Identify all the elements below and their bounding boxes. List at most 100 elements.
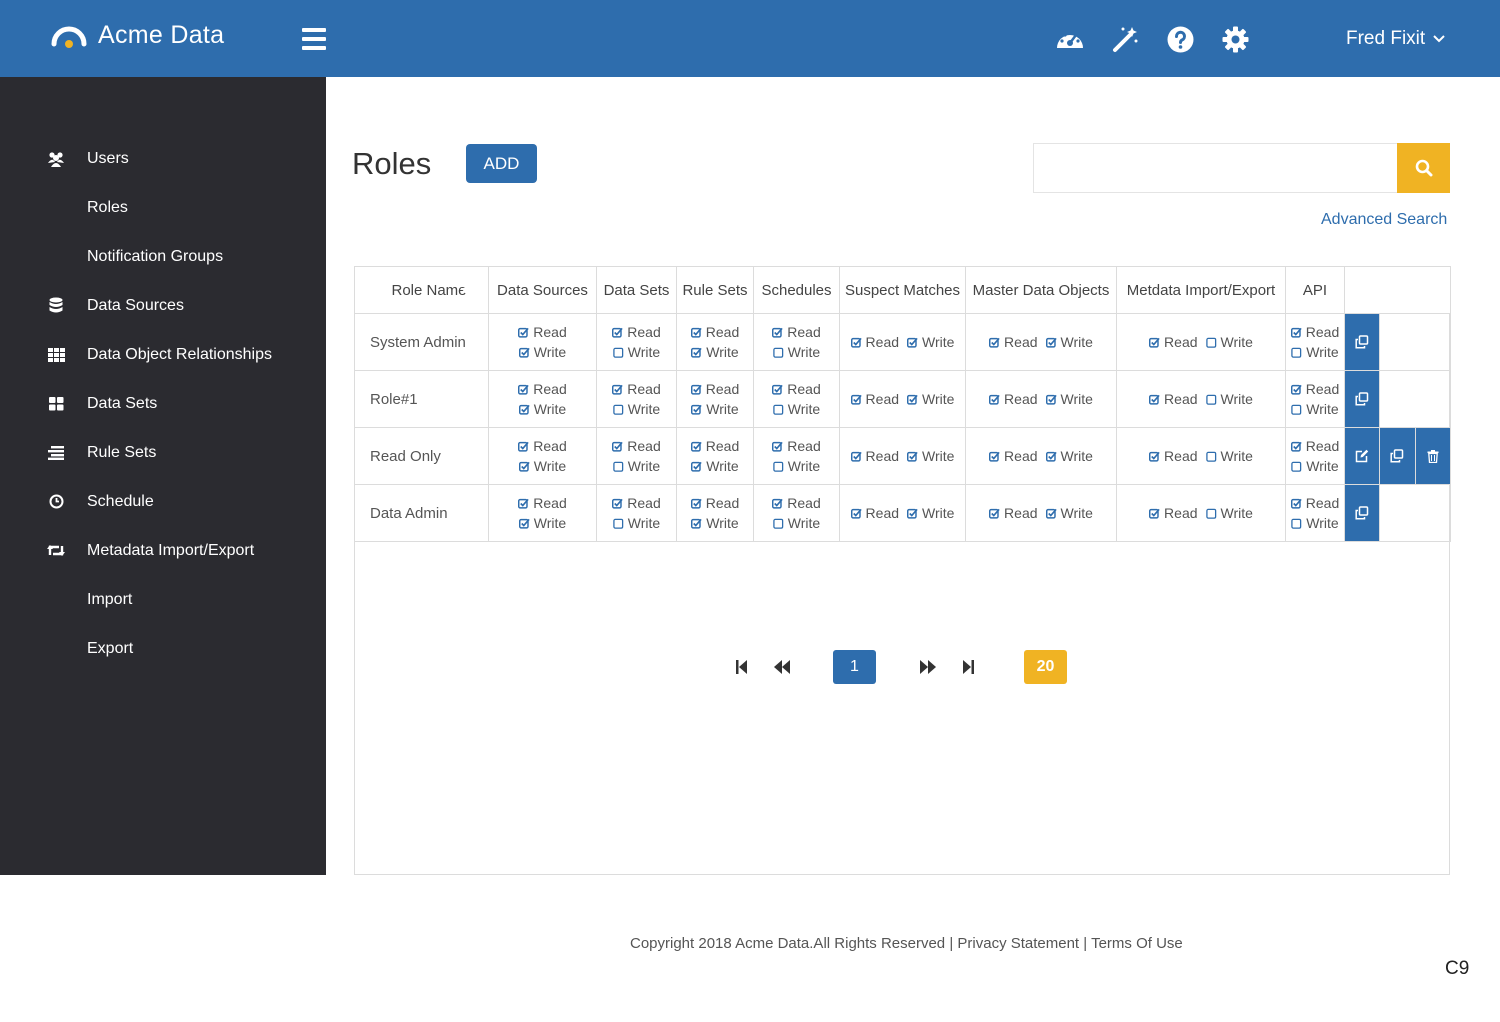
write-permission[interactable]: Write [1291, 344, 1339, 360]
read-permission[interactable]: Read [690, 495, 739, 511]
write-permission[interactable]: Write [1291, 458, 1339, 474]
previous-page-icon[interactable] [773, 659, 791, 675]
sidebar-item-roles[interactable]: Roles [0, 183, 326, 232]
write-permission[interactable]: Write [907, 391, 954, 407]
write-permission[interactable]: Write [773, 344, 820, 360]
next-page-icon[interactable] [919, 659, 937, 675]
page-size-selector[interactable]: 20 [1024, 650, 1067, 684]
help-icon[interactable] [1165, 24, 1195, 54]
last-page-icon[interactable] [961, 659, 975, 675]
copy-role-button[interactable] [1379, 427, 1416, 485]
read-permission[interactable]: Read [850, 391, 899, 407]
page-number-current[interactable]: 1 [833, 650, 876, 684]
edit-role-button[interactable] [1343, 427, 1381, 485]
write-permission[interactable]: Write [518, 401, 566, 417]
read-permission[interactable]: Read [1290, 438, 1339, 454]
write-permission[interactable]: Write [613, 401, 660, 417]
dashboard-icon[interactable] [1055, 24, 1085, 54]
read-permission[interactable]: Read [1290, 324, 1339, 340]
magic-wand-icon[interactable] [1110, 24, 1140, 54]
write-permission[interactable]: Write [1205, 505, 1253, 521]
read-permission[interactable]: Read [612, 495, 661, 511]
write-permission[interactable]: Write [691, 401, 739, 417]
read-permission[interactable]: Read [850, 505, 899, 521]
write-permission[interactable]: Write [907, 334, 954, 350]
read-permission[interactable]: Read [1149, 448, 1198, 464]
write-permission[interactable]: Write [907, 448, 954, 464]
read-permission[interactable]: Read [989, 448, 1038, 464]
write-permission[interactable]: Write [773, 401, 820, 417]
sidebar-item-users[interactable]: Users [0, 134, 326, 183]
read-permission[interactable]: Read [850, 448, 899, 464]
write-permission[interactable]: Write [773, 458, 820, 474]
read-permission[interactable]: Read [772, 381, 821, 397]
read-permission[interactable]: Read [989, 334, 1038, 350]
read-permission[interactable]: Read [612, 438, 661, 454]
write-permission[interactable]: Write [691, 458, 739, 474]
read-permission[interactable]: Read [690, 324, 739, 340]
delete-role-button[interactable] [1414, 427, 1452, 485]
sidebar-item-rule-sets[interactable]: Rule Sets [0, 428, 326, 477]
read-permission[interactable]: Read [989, 505, 1038, 521]
privacy-statement-link[interactable]: Privacy Statement [957, 935, 1079, 952]
read-permission[interactable]: Read [518, 324, 567, 340]
read-permission[interactable]: Read [518, 381, 567, 397]
read-permission[interactable]: Read [1290, 495, 1339, 511]
write-permission[interactable]: Write [1291, 401, 1339, 417]
brand-logo[interactable]: Acme Data [50, 20, 224, 50]
read-permission[interactable]: Read [518, 495, 567, 511]
read-permission[interactable]: Read [1149, 391, 1198, 407]
search-input[interactable] [1033, 143, 1398, 193]
write-permission[interactable]: Write [613, 344, 660, 360]
add-role-button[interactable]: ADD [466, 144, 537, 183]
sidebar-item-data-sources[interactable]: Data Sources [0, 281, 326, 330]
write-permission[interactable]: Write [518, 458, 566, 474]
read-permission[interactable]: Read [1149, 334, 1198, 350]
sidebar-item-notification-groups[interactable]: Notification Groups [0, 232, 326, 281]
write-permission[interactable]: Write [1045, 391, 1093, 407]
menu-toggle-icon[interactable] [302, 28, 326, 50]
write-permission[interactable]: Write [1291, 515, 1339, 531]
write-permission[interactable]: Write [1045, 334, 1093, 350]
sidebar-item-data-sets[interactable]: Data Sets [0, 379, 326, 428]
user-menu[interactable]: Fred Fixit [1346, 28, 1445, 50]
write-permission[interactable]: Write [613, 458, 660, 474]
write-permission[interactable]: Write [1045, 448, 1093, 464]
write-permission[interactable]: Write [613, 515, 660, 531]
write-permission[interactable]: Write [1045, 505, 1093, 521]
read-permission[interactable]: Read [690, 438, 739, 454]
read-permission[interactable]: Read [989, 391, 1038, 407]
write-permission[interactable]: Write [518, 344, 566, 360]
write-permission[interactable]: Write [1205, 391, 1253, 407]
write-permission[interactable]: Write [773, 515, 820, 531]
read-permission[interactable]: Read [772, 438, 821, 454]
advanced-search-link[interactable]: Advanced Search [1321, 211, 1447, 229]
copy-role-button[interactable] [1343, 370, 1381, 428]
read-permission[interactable]: Read [612, 324, 661, 340]
read-permission[interactable]: Read [772, 495, 821, 511]
gear-icon[interactable] [1220, 24, 1250, 54]
read-permission[interactable]: Read [850, 334, 899, 350]
copy-role-button[interactable] [1343, 313, 1381, 371]
terms-of-use-link[interactable]: Terms Of Use [1091, 935, 1183, 952]
write-permission[interactable]: Write [518, 515, 566, 531]
read-permission[interactable]: Read [1290, 381, 1339, 397]
read-permission[interactable]: Read [518, 438, 567, 454]
write-permission[interactable]: Write [691, 344, 739, 360]
copy-role-button[interactable] [1343, 484, 1381, 542]
sidebar-item-metadata-import-export[interactable]: Metadata Import/Export [0, 526, 326, 575]
sidebar-item-import[interactable]: Import [0, 575, 326, 624]
write-permission[interactable]: Write [907, 505, 954, 521]
column-header-role-name[interactable]: Role Name [354, 266, 489, 314]
read-permission[interactable]: Read [772, 324, 821, 340]
read-permission[interactable]: Read [690, 381, 739, 397]
read-permission[interactable]: Read [612, 381, 661, 397]
sidebar-item-export[interactable]: Export [0, 624, 326, 673]
search-button[interactable] [1397, 143, 1450, 193]
read-permission[interactable]: Read [1149, 505, 1198, 521]
write-permission[interactable]: Write [691, 515, 739, 531]
first-page-icon[interactable] [735, 659, 749, 675]
sidebar-item-schedule[interactable]: Schedule [0, 477, 326, 526]
write-permission[interactable]: Write [1205, 334, 1253, 350]
sidebar-item-data-object-relationships[interactable]: Data Object Relationships [0, 330, 326, 379]
